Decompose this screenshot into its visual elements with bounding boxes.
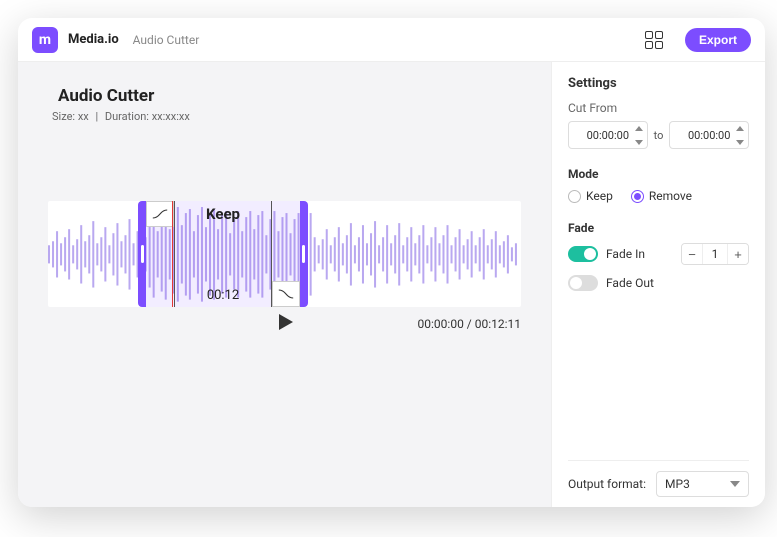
meta-separator: | (95, 110, 98, 123)
output-format-select[interactable]: MP3 (656, 471, 749, 497)
playhead-cursor[interactable] (172, 201, 173, 307)
export-button[interactable]: Export (685, 28, 751, 52)
mode-keep-label: Keep (586, 189, 613, 203)
time-current: 00:00:00 (418, 317, 464, 331)
output-format-label: Output format: (568, 477, 646, 491)
cut-to-label: to (654, 129, 664, 142)
brand-logo[interactable]: m (32, 27, 58, 53)
cut-from-input[interactable]: 00:00:00 (568, 121, 648, 149)
settings-heading: Settings (568, 76, 749, 91)
duration-value: xx:xx:xx (152, 110, 190, 123)
selection-time: 00:12 (146, 288, 300, 303)
time-total: 00:12:11 (475, 317, 521, 331)
mode-heading: Mode (568, 167, 749, 181)
fade-in-stepper[interactable]: − 1 + (681, 243, 749, 265)
apps-icon[interactable] (645, 31, 663, 49)
fade-heading: Fade (568, 221, 749, 235)
play-button[interactable] (275, 312, 295, 335)
mode-radio-group: Keep Remove (568, 189, 749, 203)
output-format-row: Output format: MP3 (568, 460, 749, 497)
time-separator: / (464, 317, 475, 331)
selection-label: Keep (146, 205, 300, 223)
selection-range[interactable]: Keep 00:12 (138, 201, 308, 307)
chevron-down-icon (730, 481, 740, 487)
brand-name: Media.io (68, 32, 119, 47)
stepper-minus-button[interactable]: − (682, 244, 702, 264)
fade-in-row: Fade In − 1 + (568, 243, 749, 265)
cut-from-value: 00:00:00 (587, 129, 629, 142)
fade-out-toggle[interactable] (568, 275, 598, 291)
cut-to-input[interactable]: 00:00:00 (669, 121, 749, 149)
duration-label: Duration: (105, 110, 149, 123)
selection-handle-right[interactable] (302, 245, 305, 263)
transport-bar: 00:00:00 / 00:12:11 (48, 317, 521, 331)
fade-out-row: Fade Out (568, 275, 749, 291)
cut-to-value: 00:00:00 (688, 129, 730, 142)
cut-from-label: Cut From (568, 101, 749, 115)
breadcrumb: Audio Cutter (133, 33, 200, 47)
chevron-up-icon (633, 124, 645, 132)
radio-icon (568, 190, 581, 203)
size-value: xx (78, 110, 89, 123)
main-panel: Audio Cutter Size: xx | Duration: xx:xx:… (18, 62, 551, 507)
mode-keep-radio[interactable]: Keep (568, 189, 613, 203)
chevron-down-icon (633, 138, 645, 146)
page-title: Audio Cutter (58, 86, 521, 106)
waveform-track[interactable]: Keep 00:12 (48, 201, 521, 307)
settings-panel: Settings Cut From 00:00:00 to 00:00:00 (551, 62, 765, 507)
file-meta: Size: xx | Duration: xx:xx:xx (52, 110, 521, 123)
fade-in-label: Fade In (606, 247, 645, 261)
app-window: m Media.io Audio Cutter Export Audio Cut… (18, 18, 765, 507)
mode-remove-label: Remove (649, 189, 692, 203)
topbar: m Media.io Audio Cutter Export (18, 18, 765, 62)
selection-handle-left[interactable] (141, 245, 144, 263)
chevron-up-icon (734, 124, 746, 132)
output-format-value: MP3 (665, 477, 690, 491)
stepper-plus-button[interactable]: + (728, 244, 748, 264)
chevron-down-icon (734, 138, 746, 146)
fade-out-label: Fade Out (606, 276, 654, 290)
size-label: Size: (52, 110, 75, 123)
radio-icon (631, 190, 644, 203)
cut-from-spinner[interactable] (633, 124, 645, 146)
body: Audio Cutter Size: xx | Duration: xx:xx:… (18, 62, 765, 507)
cut-range-row: 00:00:00 to 00:00:00 (568, 121, 749, 149)
mode-remove-radio[interactable]: Remove (631, 189, 692, 203)
fade-in-value: 1 (702, 244, 728, 264)
fade-in-toggle[interactable] (568, 246, 598, 262)
cut-to-spinner[interactable] (734, 124, 746, 146)
